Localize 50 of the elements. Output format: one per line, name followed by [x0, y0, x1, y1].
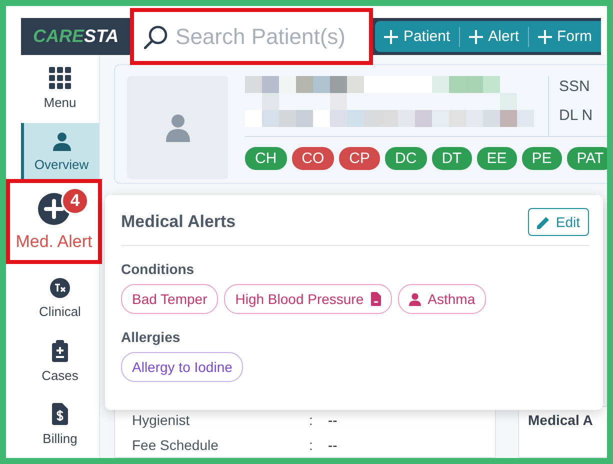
status-tag: PE: [522, 147, 562, 170]
colon-separator: :: [309, 412, 314, 428]
person-icon: [166, 114, 190, 142]
section-heading: Conditions: [121, 261, 196, 277]
allergy-chip: Allergy to Iodine: [121, 352, 244, 382]
add-button[interactable]: Form: [529, 21, 601, 52]
add-button[interactable]: Alert: [460, 21, 528, 52]
sidebar-item[interactable]: Menu: [21, 60, 99, 118]
sidebar-item[interactable]: Cases: [21, 332, 99, 390]
sidebar-item[interactable]: Clinical: [21, 269, 99, 328]
condition-chip: Asthma: [398, 284, 486, 314]
field-value: --: [328, 436, 338, 452]
field-label: DL N: [559, 107, 593, 124]
status-tag: CO: [292, 147, 334, 170]
document-icon: [370, 292, 381, 306]
status-tag: EE: [476, 147, 517, 170]
search-box[interactable]: Search Patient(s): [130, 8, 374, 65]
status-tag: DC: [385, 147, 427, 170]
count-badge: 4: [61, 186, 89, 215]
search-icon: [144, 24, 168, 48]
person-icon: [52, 132, 70, 151]
field-label: SSN: [559, 78, 591, 95]
clipboard-icon: [51, 340, 69, 362]
sidebar-item[interactable]: Overview: [21, 122, 99, 181]
grid-icon: [49, 67, 71, 90]
panel-title: Medical A: [528, 412, 594, 428]
tx-icon: [50, 278, 70, 298]
status-tag: PAT: [566, 147, 607, 170]
pencil-icon: [536, 216, 550, 228]
plus-icon: [384, 30, 398, 44]
plus-icon: [538, 30, 552, 44]
add-button[interactable]: Patient: [375, 21, 460, 52]
search-field[interactable]: Search Patient(s): [176, 24, 346, 50]
field-label: Hygienist: [132, 412, 191, 428]
status-tag: CP: [339, 147, 380, 170]
condition-chip: High Blood Pressure: [224, 284, 392, 314]
field-value: --: [328, 412, 338, 428]
brand-logo: CARESTA: [32, 26, 120, 47]
status-tag: CH: [245, 147, 287, 170]
section-heading: Allergies: [121, 329, 182, 345]
plus-icon: [469, 30, 484, 44]
invoice-dollar-icon: [51, 402, 69, 425]
condition-chip: Bad Temper: [121, 284, 218, 314]
sidebar-item[interactable]: Billing: [21, 395, 99, 454]
colon-separator: :: [309, 436, 314, 452]
popup-title: Medical Alerts: [121, 212, 236, 232]
status-tag: DT: [432, 147, 472, 170]
edit-button[interactable]: Edit: [528, 208, 589, 236]
person-icon: [408, 292, 421, 306]
field-label: Fee Schedule: [132, 436, 220, 452]
